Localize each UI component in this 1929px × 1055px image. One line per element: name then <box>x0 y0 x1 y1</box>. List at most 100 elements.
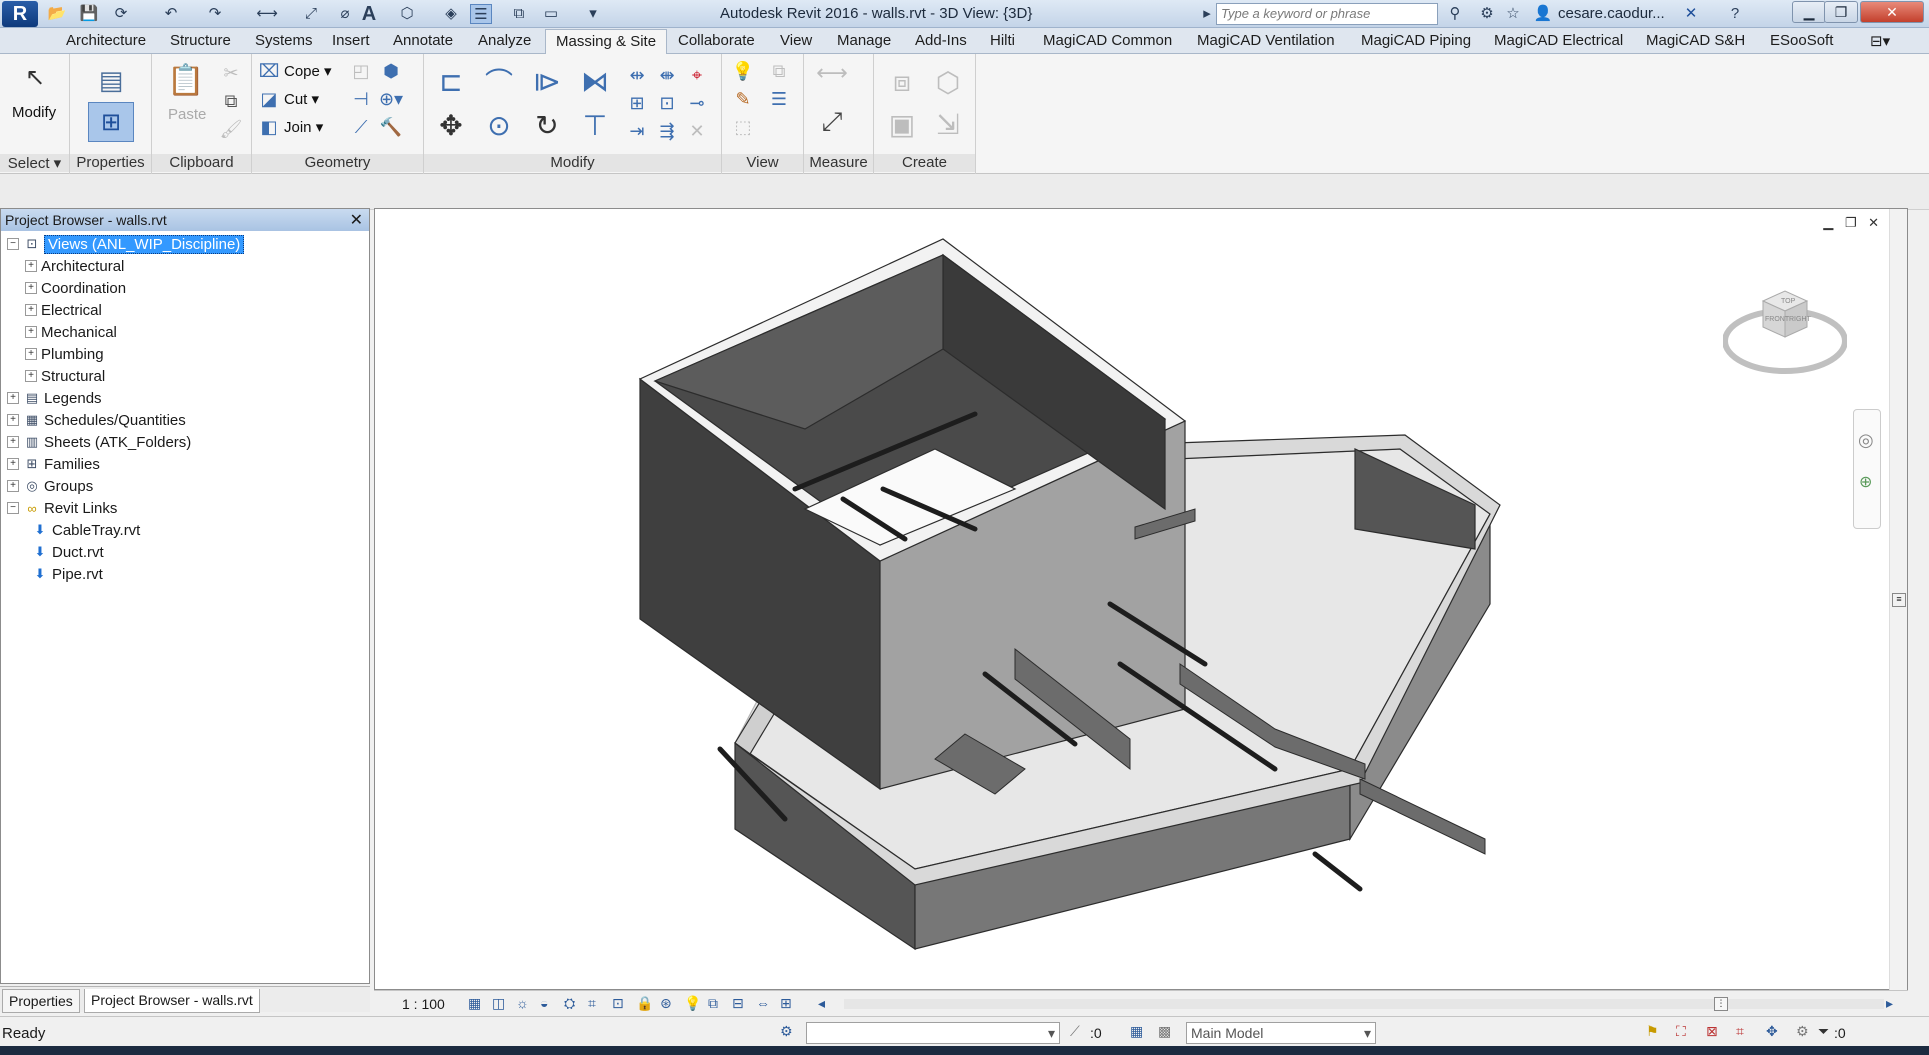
customize-qat-icon[interactable]: ▾ <box>582 4 604 24</box>
tree-item[interactable]: − ⊡ Views (ANL_WIP_Discipline) <box>7 233 245 255</box>
tab-insert[interactable]: Insert <box>332 32 370 49</box>
open-icon[interactable]: 📂 <box>46 4 68 24</box>
3d-view-canvas[interactable]: ▁ ❐ ✕ TOP FRONT RIGHT ◎ ⊕ ≡ <box>374 208 1908 991</box>
save-icon[interactable]: 💾 <box>78 4 100 24</box>
tree-item[interactable]: + ▦ Schedules/Quantities <box>7 409 186 431</box>
scale-icon[interactable]: ⊡ <box>654 90 680 116</box>
tab-magicad-sh[interactable]: MagiCAD S&H <box>1646 32 1745 49</box>
steering-wheel-icon[interactable]: ◎ <box>1858 430 1874 451</box>
temporary-hide-icon[interactable]: ⊛ <box>660 995 672 1012</box>
scroll-left-icon[interactable]: ◂ <box>818 995 825 1012</box>
tree-item[interactable]: ⬇ Duct.rvt <box>25 541 104 563</box>
tree-item[interactable]: + Plumbing <box>25 343 104 365</box>
show-crop-region-icon[interactable]: ⊡ <box>612 995 624 1012</box>
close-button[interactable]: ✕ <box>1860 1 1924 23</box>
override-graphics-icon[interactable]: ⧉ <box>766 58 792 84</box>
application-menu-button[interactable]: R <box>2 1 38 27</box>
collapse-icon[interactable]: − <box>7 238 19 250</box>
section-icon[interactable]: ◈ <box>440 4 462 24</box>
active-workset-dropdown[interactable]: ▾ <box>806 1022 1060 1044</box>
modify-cursor-icon[interactable]: ↖ <box>22 64 48 91</box>
horizontal-scrollbar-thumb[interactable]: ⋮ <box>1714 997 1728 1011</box>
trim-extend-single-icon[interactable]: ⇥ <box>624 118 650 144</box>
tree-item[interactable]: + Coordination <box>25 277 126 299</box>
create-assembly-icon[interactable]: ⧈ <box>882 62 922 102</box>
tab-esoosoft[interactable]: ESooSoft <box>1770 32 1833 49</box>
create-similar-icon[interactable]: ⇲ <box>928 104 968 144</box>
viewport-vertical-scrollbar[interactable]: ≡ <box>1889 209 1907 991</box>
split-with-gap-icon[interactable]: ⇼ <box>654 62 680 88</box>
tree-item[interactable]: + ▤ Legends <box>7 387 102 409</box>
tab-magicad-common[interactable]: MagiCAD Common <box>1043 32 1172 49</box>
signed-in-user[interactable]: cesare.caodur... <box>1558 5 1665 22</box>
tab-project-browser[interactable]: Project Browser - walls.rvt <box>84 989 260 1013</box>
join-geometry-icon[interactable]: ⊕▾ <box>378 86 404 112</box>
measure-icon[interactable]: ⟷ <box>256 4 278 24</box>
tree-item[interactable]: + Mechanical <box>25 321 117 343</box>
zoom-icon[interactable]: ⊕ <box>1859 472 1872 492</box>
filter-icon[interactable]: ⏷ <box>1818 1023 1829 1040</box>
text-icon[interactable]: A <box>358 4 380 24</box>
delete-icon[interactable]: ✕ <box>684 118 710 144</box>
switch-windows-icon[interactable]: ▭ <box>540 4 562 24</box>
help-icon[interactable]: ? <box>1724 4 1746 24</box>
viewcube-right-label[interactable]: RIGHT <box>1789 316 1812 323</box>
thin-lines-icon[interactable]: ☰ <box>470 4 492 24</box>
rotate-icon[interactable]: ↻ <box>528 106 566 144</box>
cut-clipboard-icon[interactable]: ✂ <box>218 60 244 86</box>
reveal-hidden-icon[interactable]: 💡 <box>684 995 701 1012</box>
tab-properties[interactable]: Properties <box>2 989 80 1013</box>
paste-icon[interactable]: 📋 <box>166 60 206 100</box>
tab-magicad-ventilation[interactable]: MagiCAD Ventilation <box>1197 32 1335 49</box>
worksharing-icon[interactable]: ⚙ <box>780 1023 793 1040</box>
properties-icon[interactable]: ⊞ <box>88 102 134 142</box>
split-element-icon[interactable]: ⇹ <box>624 62 650 88</box>
background-process-icon[interactable]: ⚙ <box>1796 1023 1809 1040</box>
copy-icon[interactable]: ⧉ <box>218 88 244 114</box>
measure-between-icon[interactable]: ⟷ <box>812 60 852 86</box>
select-pinned-icon[interactable]: ⊠ <box>1706 1023 1718 1040</box>
cope-button[interactable]: Cope ▾ <box>284 62 332 80</box>
tab-massing-site[interactable]: Massing & Site <box>545 29 668 55</box>
tree-item[interactable]: + ◎ Groups <box>7 475 93 497</box>
cut-button[interactable]: Cut ▾ <box>284 90 319 108</box>
expand-icon[interactable]: + <box>7 414 19 426</box>
sun-path-icon[interactable]: ☼ <box>516 995 529 1011</box>
tree-item[interactable]: ⬇ CableTray.rvt <box>25 519 141 541</box>
wall-joins-icon[interactable]: ⊣ <box>348 86 374 112</box>
mirror-draw-axis-icon[interactable]: ⧑ <box>576 62 614 100</box>
view-scale[interactable]: 1 : 100 <box>402 996 445 1012</box>
lock-3d-view-icon[interactable]: 🔒 <box>636 995 653 1012</box>
mirror-pick-axis-icon[interactable]: ⧐ <box>528 62 566 100</box>
tab-magicad-electrical[interactable]: MagiCAD Electrical <box>1494 32 1623 49</box>
select-links-icon[interactable]: ⚑ <box>1646 1023 1659 1040</box>
paste-button[interactable]: Paste <box>168 106 206 123</box>
user-icon[interactable]: 👤 <box>1532 4 1554 24</box>
offset-icon[interactable]: ⌒ <box>480 62 518 100</box>
design-options-icon[interactable]: ▦ <box>1130 1023 1143 1040</box>
tall-box-walls[interactable] <box>638 238 1187 791</box>
search-expand-icon[interactable]: ▸ <box>1196 4 1218 24</box>
exclude-options-icon[interactable]: ▩ <box>1158 1023 1171 1040</box>
tab-systems[interactable]: Systems <box>255 32 313 49</box>
align-icon[interactable]: ⊏ <box>432 62 470 100</box>
tab-add-ins[interactable]: Add-Ins <box>915 32 967 49</box>
expand-icon[interactable]: + <box>7 436 19 448</box>
expand-icon[interactable]: + <box>25 260 37 272</box>
tab-hilti[interactable]: Hilti <box>990 32 1015 49</box>
tab-magicad-piping[interactable]: MagiCAD Piping <box>1361 32 1471 49</box>
tree-item[interactable]: + Structural <box>25 365 105 387</box>
create-parts-icon[interactable]: ⬡ <box>928 62 968 102</box>
panel-select-label[interactable]: Select ▾ <box>0 154 69 172</box>
maximize-button[interactable]: ❐ <box>1824 1 1858 23</box>
expand-icon[interactable]: + <box>25 282 37 294</box>
aligned-dimension-ribbon-icon[interactable]: ⤢ <box>812 104 852 140</box>
tab-view[interactable]: View <box>780 32 812 49</box>
minimize-button[interactable]: ▁ <box>1792 1 1826 23</box>
editable-only-icon[interactable]: ⟋ <box>1070 1023 1080 1040</box>
reveal-constraints-icon[interactable]: ⊞ <box>780 995 792 1012</box>
design-option-dropdown[interactable]: Main Model ▾ <box>1186 1022 1376 1044</box>
shadows-icon[interactable]: ◒ <box>540 995 548 1011</box>
expand-icon[interactable]: + <box>7 392 19 404</box>
viewcube-top-label[interactable]: TOP <box>1781 298 1796 305</box>
